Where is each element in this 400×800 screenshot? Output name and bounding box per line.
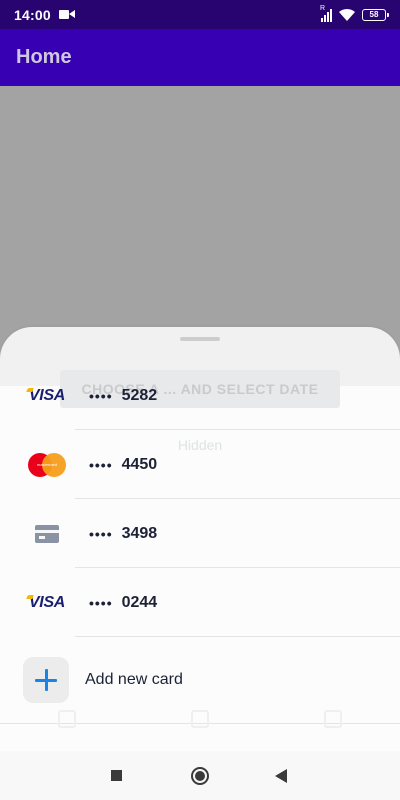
wifi-icon [339, 8, 355, 21]
card-last4: 5282 [121, 386, 158, 404]
card-mask: •••• [89, 594, 113, 611]
card-last4: 0244 [121, 593, 158, 611]
card-row[interactable]: •••• 3498 [0, 499, 400, 568]
card-last4: 3498 [121, 524, 158, 542]
mastercard-logo: mastercard [28, 452, 66, 477]
card-mask: •••• [89, 387, 113, 404]
add-new-card-label[interactable]: Add new card [85, 671, 183, 689]
home-circle-icon[interactable] [191, 767, 209, 785]
tab-icon [57, 710, 76, 728]
credit-card-icon [35, 524, 59, 543]
status-time: 14:00 [14, 6, 51, 23]
background-tab-bar [0, 710, 400, 730]
drag-handle[interactable] [180, 337, 220, 341]
card-row[interactable]: mastercard •••• 4450 [0, 430, 400, 499]
tab-icon [324, 710, 343, 728]
mastercard-text: mastercard [36, 461, 57, 467]
plus-icon [35, 669, 57, 691]
page-title: Home [16, 46, 72, 68]
visa-logo: VISA [28, 593, 66, 611]
battery-icon: 58 [362, 8, 389, 21]
signal-roaming-label: R [320, 4, 326, 12]
system-nav-bar [0, 751, 400, 800]
battery-level: 58 [369, 9, 379, 19]
card-last4: 4450 [121, 455, 158, 473]
back-triangle-icon[interactable] [275, 769, 287, 783]
card-mask: •••• [89, 456, 113, 473]
status-icons: R 58 [320, 4, 389, 22]
payment-card-sheet: CHOOSE A ... AND SELECT DATE Hidden VISA… [0, 327, 400, 800]
card-row[interactable]: VISA •••• 5282 [0, 361, 400, 430]
card-row[interactable]: VISA •••• 0244 [0, 568, 400, 637]
visa-logo: VISA [28, 386, 66, 404]
status-bar: 14:00 R 58 [0, 0, 400, 29]
card-mask: •••• [89, 525, 113, 542]
add-card-button[interactable] [23, 657, 69, 703]
signal-icon: R [320, 4, 332, 22]
app-bar: Home [0, 29, 400, 86]
divider [75, 636, 400, 637]
camera-icon [58, 9, 75, 20]
recents-square-icon[interactable] [111, 770, 122, 781]
tab-icon [190, 710, 209, 728]
